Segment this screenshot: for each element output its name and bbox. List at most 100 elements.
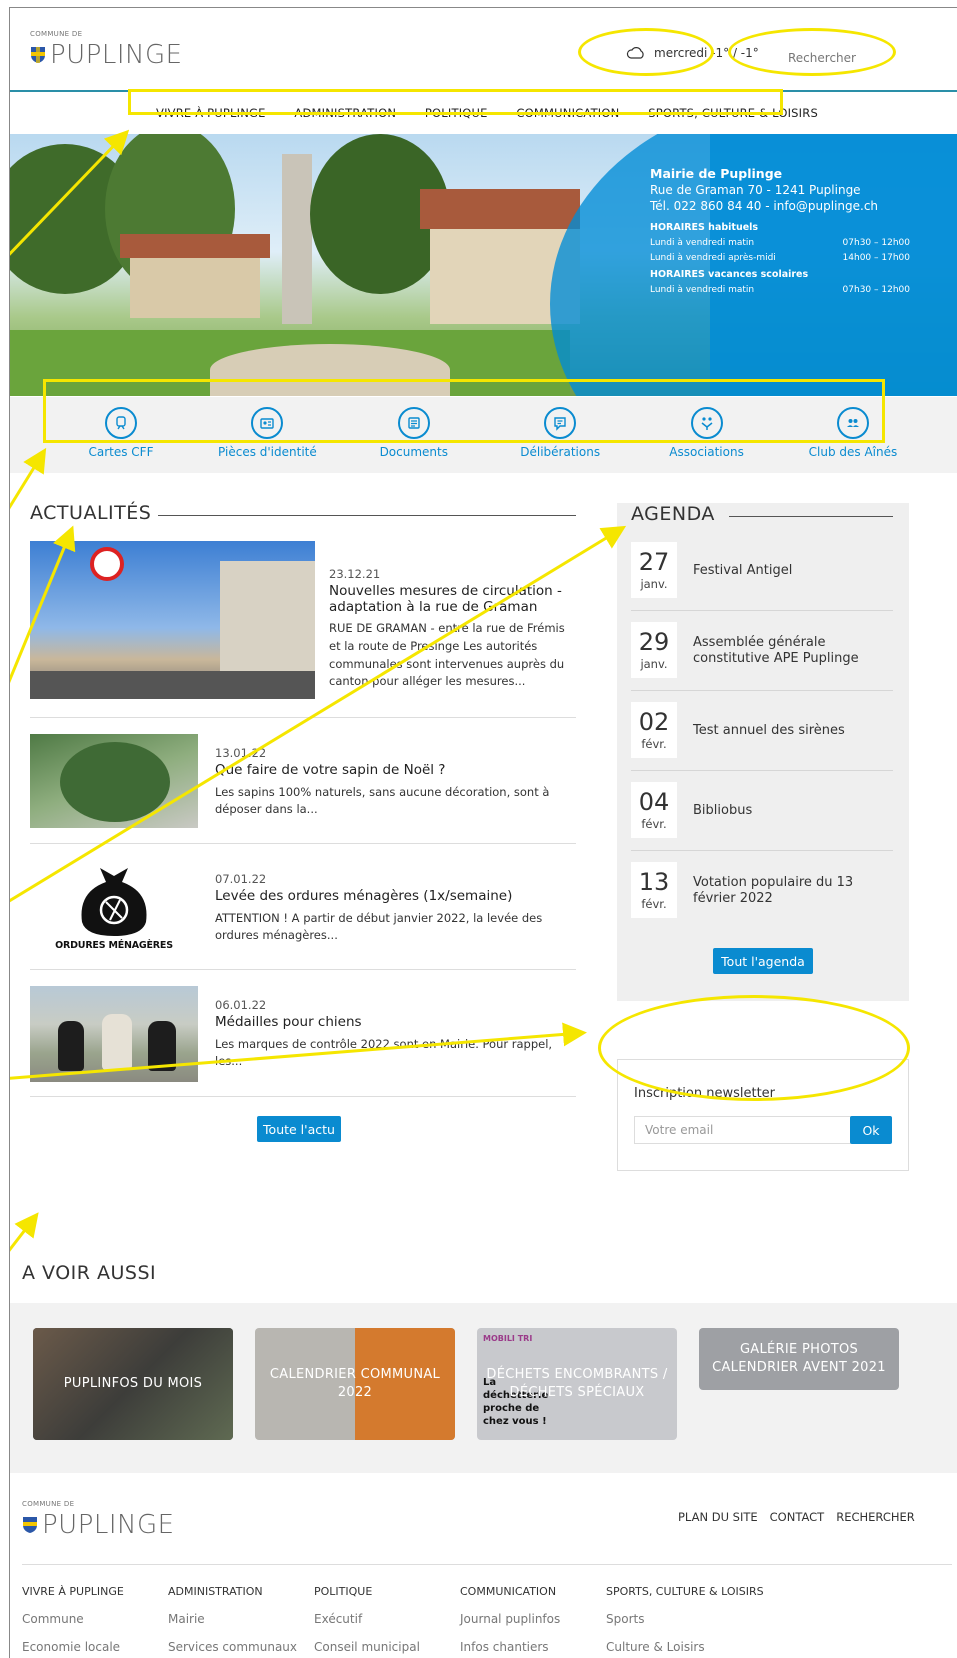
agenda-item[interactable]: 29 janv. Assemblée générale constitutive … <box>631 611 893 691</box>
quick-link-pieces-identite[interactable]: Pièces d'identité <box>207 403 327 465</box>
footer-link-plan[interactable]: PLAN DU SITE <box>678 1510 758 1524</box>
news-excerpt: RUE DE GRAMAN - entre la rue de Frémis e… <box>329 621 565 689</box>
footer-logo[interactable]: COMMUNE DE PUPLINGE <box>22 1500 175 1540</box>
quick-link-club-aines[interactable]: Club des Aînés <box>793 403 913 465</box>
footer-divider <box>22 1564 952 1565</box>
nav-item-administration[interactable]: ADMINISTRATION <box>294 106 396 120</box>
news-image-road <box>30 671 315 699</box>
footer-column-heading[interactable]: SPORTS, CULTURE & LOISIRS <box>606 1585 786 1598</box>
speech-bubble-icon <box>544 407 577 439</box>
mairie-address: Rue de Graman 70 - 1241 Puplinge <box>650 183 861 197</box>
footer-link[interactable]: Economie locale <box>22 1640 168 1654</box>
mairie-title: Mairie de Puplinge <box>650 166 783 181</box>
nav-item-communication[interactable]: COMMUNICATION <box>516 106 619 120</box>
footer-column: COMMUNICATION Journal puplinfos Infos ch… <box>460 1585 606 1654</box>
quick-link-deliberations[interactable]: Délibérations <box>500 403 620 465</box>
news-item[interactable]: 13.01.22 Que faire de votre sapin de Noë… <box>30 734 576 844</box>
agenda-item[interactable]: 04 févr. Bibliobus <box>631 771 893 851</box>
coat-of-arms-icon <box>23 1517 37 1533</box>
news-image <box>30 986 198 1082</box>
quick-link-documents[interactable]: Documents <box>354 403 474 465</box>
agenda-item[interactable]: 13 févr. Votation populaire du 13 février… <box>631 851 893 931</box>
nav-item-politique[interactable]: POLITIQUE <box>425 106 488 120</box>
card-label: DÉCHETS ENCOMBRANTS / DÉCHETS SPÉCIAUX <box>486 1366 668 1400</box>
all-news-button[interactable]: Toute l'actu <box>257 1116 341 1142</box>
footer-column-heading[interactable]: ADMINISTRATION <box>168 1585 314 1598</box>
quick-link-label: Documents <box>379 445 448 459</box>
all-agenda-button[interactable]: Tout l'agenda <box>713 948 813 974</box>
footer-column: POLITIQUE Exécutif Conseil municipal <box>314 1585 460 1654</box>
search-input[interactable]: Rechercher <box>778 42 938 74</box>
quick-link-associations[interactable]: Associations <box>647 403 767 465</box>
card-label: CALENDRIER COMMUNAL 2022 <box>269 1366 441 1400</box>
agenda-title: Festival Antigel <box>693 563 793 579</box>
news-text: 13.01.22 Que faire de votre sapin de Noë… <box>215 746 565 819</box>
news-title[interactable]: Médailles pour chiens <box>215 1014 565 1031</box>
agenda-heading-rule <box>729 516 893 517</box>
news-date: 07.01.22 <box>215 872 267 886</box>
nav-item-sports[interactable]: SPORTS, CULTURE & LOISIRS <box>648 106 818 120</box>
footer-column-heading[interactable]: COMMUNICATION <box>460 1585 606 1598</box>
people-icon <box>836 407 869 439</box>
footer-logo-commune: COMMUNE DE <box>22 1500 75 1508</box>
footer-link[interactable]: Conseil municipal <box>314 1640 460 1654</box>
agenda-date: 29 janv. <box>631 622 677 678</box>
footer-link[interactable]: Commune <box>22 1612 168 1626</box>
agenda-date: 04 févr. <box>631 782 677 838</box>
agenda-date: 13 févr. <box>631 862 677 918</box>
newsletter-email-input[interactable]: Votre email <box>634 1116 852 1144</box>
footer-link[interactable]: Journal puplinfos <box>460 1612 606 1626</box>
card-galerie[interactable]: GALÉRIE PHOTOS CALENDRIER AVENT 2021 <box>699 1328 899 1390</box>
mobilitri-logo: MOBILI TRI <box>483 1334 533 1343</box>
news-item[interactable]: ORDURES MÉNAGÈRES 07.01.22 Levée des ord… <box>30 860 576 970</box>
hero-building <box>130 258 260 318</box>
quick-link-label: Club des Aînés <box>808 445 898 459</box>
vacation-hours-heading: HORAIRES vacances scolaires <box>650 269 809 280</box>
garbage-image-caption: ORDURES MÉNAGÈRES <box>55 940 173 951</box>
footer-logo-name: PUPLINGE <box>42 1510 175 1540</box>
hours-heading: HORAIRES habituels <box>650 222 759 233</box>
card-calendrier[interactable]: CALENDRIER COMMUNAL 2022 <box>255 1328 455 1440</box>
footer-link[interactable]: Exécutif <box>314 1612 460 1626</box>
news-item[interactable]: 23.12.21 Nouvelles mesures de circulatio… <box>30 541 576 718</box>
card-dechets[interactable]: MOBILI TRI La déchetterie proche de chez… <box>477 1328 677 1440</box>
agenda-item[interactable]: 02 févr. Test annuel des sirènes <box>631 691 893 771</box>
news-title[interactable]: Nouvelles mesures de circulation - adapt… <box>329 583 569 615</box>
news-excerpt: Les marques de contrôle 2022 sont en Mai… <box>215 1036 553 1069</box>
footer-link-contact[interactable]: CONTACT <box>770 1510 825 1524</box>
mairie-info: Mairie de Puplinge Rue de Graman 70 - 12… <box>650 166 910 295</box>
card-puplinfos[interactable]: PUPLINFOS DU MOIS <box>33 1328 233 1440</box>
agenda-date: 02 févr. <box>631 702 677 758</box>
dog-image <box>58 1021 84 1071</box>
news-image-building <box>220 561 315 681</box>
footer-link[interactable]: Mairie <box>168 1612 314 1626</box>
site-logo[interactable]: COMMUNE DE PUPLINGE <box>30 30 183 70</box>
news-excerpt: Les sapins 100% naturels, sans aucune dé… <box>215 784 550 817</box>
news-title[interactable]: Levée des ordures ménagères (1x/semaine) <box>215 888 565 905</box>
mairie-contact[interactable]: Tél. 022 860 84 40 - info@puplinge.ch <box>650 199 910 213</box>
voir-aussi-heading: A VOIR AUSSI <box>22 1262 157 1284</box>
footer-link[interactable]: Culture & Loisirs <box>606 1640 786 1654</box>
page: COMMUNE DE PUPLINGE mercredi -1° / -1° R… <box>9 7 957 1658</box>
news-title[interactable]: Que faire de votre sapin de Noël ? <box>215 762 565 779</box>
footer-column-heading[interactable]: VIVRE À PUPLINGE <box>22 1585 168 1598</box>
dog-image <box>148 1021 176 1071</box>
quick-link-label: Pièces d'identité <box>218 445 317 459</box>
footer-link-rechercher[interactable]: RECHERCHER <box>836 1510 915 1524</box>
news-date: 13.01.22 <box>215 746 267 760</box>
newsletter-ok-button[interactable]: Ok <box>850 1116 892 1144</box>
nav-item-vivre[interactable]: VIVRE À PUPLINGE <box>156 106 266 120</box>
footer-column: VIVRE À PUPLINGE Commune Economie locale <box>22 1585 168 1654</box>
main-nav: VIVRE À PUPLINGE ADMINISTRATION POLITIQU… <box>142 101 832 125</box>
hours-row: Lundi à vendredi après-midi 14h00 – 17h00 <box>650 253 910 263</box>
agenda-item[interactable]: 27 janv. Festival Antigel <box>631 531 893 611</box>
footer-link[interactable]: Infos chantiers <box>460 1640 606 1654</box>
quick-link-cartes-cff[interactable]: Cartes CFF <box>61 403 181 465</box>
footer-column-heading[interactable]: POLITIQUE <box>314 1585 460 1598</box>
news-item[interactable]: 06.01.22 Médailles pour chiens Les marqu… <box>30 986 576 1097</box>
news-excerpt: ATTENTION ! A partir de début janvier 20… <box>215 910 543 943</box>
footer-link[interactable]: Services communaux <box>168 1640 314 1654</box>
footer-link[interactable]: Sports <box>606 1612 786 1626</box>
agenda-title: Assemblée générale constitutive APE Pupl… <box>693 635 859 666</box>
logo-commune-label: COMMUNE DE <box>30 30 83 38</box>
